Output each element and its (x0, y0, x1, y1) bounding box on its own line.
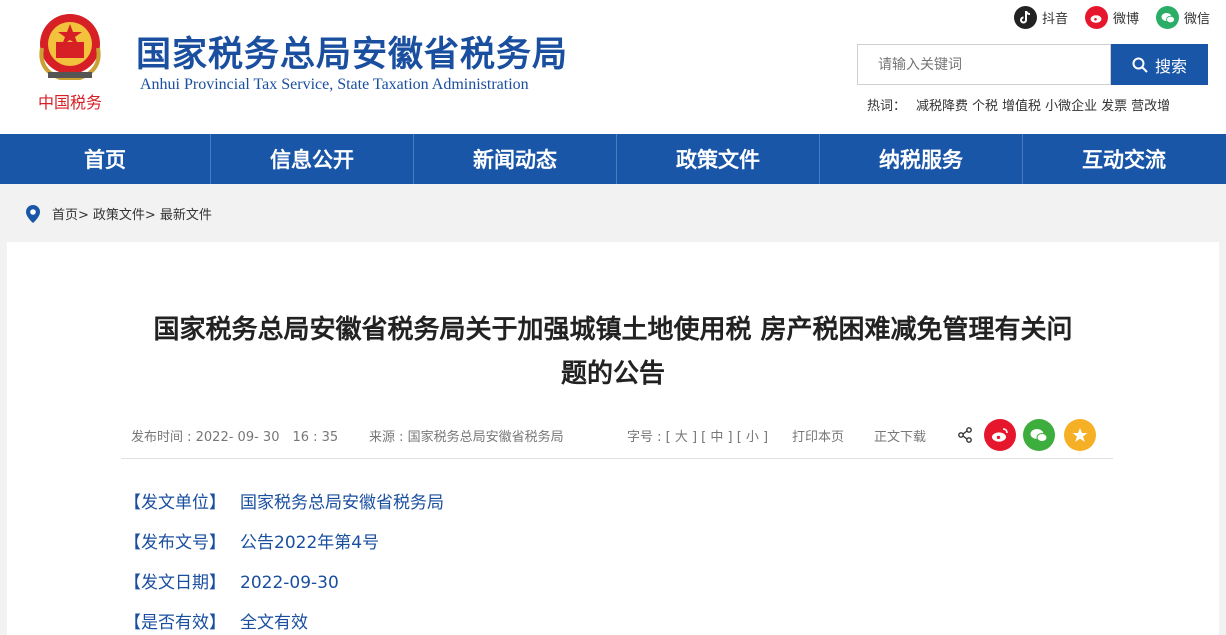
weibo-icon (1085, 6, 1108, 29)
search-button[interactable]: 搜索 (1111, 44, 1208, 85)
field-issuer: 【发文单位】 国家税务总局安徽省税务局 (124, 488, 444, 513)
hot-keyword[interactable]: 小微企业 (1045, 95, 1097, 114)
field-value: 国家税务总局安徽省税务局 (240, 493, 444, 513)
article-panel: 国家税务总局安徽省税务局关于加强城镇土地使用税 房产税困难减免管理有关问 题的公… (7, 242, 1219, 635)
nav-item-home[interactable]: 首页 (0, 134, 210, 184)
field-label: 【是否有效】 (124, 613, 226, 633)
field-label: 【发布文号】 (124, 533, 226, 553)
field-doc-number: 【发布文号】 公告2022年第4号 (124, 528, 379, 553)
nav-item-info[interactable]: 信息公开 (210, 134, 413, 184)
social-label: 微信 (1184, 12, 1211, 27)
nav-item-policy[interactable]: 政策文件 (616, 134, 819, 184)
social-wechat[interactable]: 微信 (1156, 6, 1210, 29)
font-size-control[interactable]: 字号 : [ 大 ] [ 中 ] [ 小 ] (627, 426, 768, 445)
weibo-icon (992, 428, 1008, 442)
star-icon (1072, 428, 1088, 442)
field-value: 全文有效 (240, 613, 308, 633)
breadcrumb-current[interactable]: 最新文件 (160, 204, 212, 223)
article-title: 国家税务总局安徽省税务局关于加强城镇土地使用税 房产税困难减免管理有关问 题的公… (7, 308, 1219, 396)
field-label: 【发文单位】 (124, 493, 226, 513)
nav-item-service[interactable]: 纳税服务 (819, 134, 1022, 184)
wechat-icon (1030, 428, 1048, 442)
article-title-line: 国家税务总局安徽省税务局关于加强城镇土地使用税 房产税困难减免管理有关问 (153, 315, 1073, 345)
field-label: 【发文日期】 (124, 573, 226, 593)
nav-item-interaction[interactable]: 互动交流 (1022, 134, 1225, 184)
social-weibo[interactable]: 微博 (1085, 6, 1139, 29)
social-label: 微博 (1113, 12, 1140, 27)
breadcrumb-policy[interactable]: 政策文件> (93, 204, 156, 223)
share-weibo-button[interactable] (984, 419, 1016, 451)
site-header: 中国税务 国家税务总局安徽省税务局 Anhui Provincial Tax S… (0, 0, 1226, 134)
tiktok-icon (1014, 6, 1037, 29)
hot-keyword[interactable]: 个税 (972, 95, 998, 114)
print-link[interactable]: 打印本页 (792, 426, 844, 445)
location-pin-icon (26, 204, 40, 223)
site-subtitle: Anhui Provincial Tax Service, State Taxa… (140, 76, 529, 93)
wechat-icon (1156, 6, 1179, 29)
social-tiktok[interactable]: 抖音 (1014, 6, 1068, 29)
publish-time: 发布时间 : 2022- 09- 30 16 : 35 (131, 430, 339, 445)
download-link[interactable]: 正文下载 (874, 426, 926, 445)
breadcrumb: 首页> 政策文件> 最新文件 (26, 204, 212, 223)
national-emblem-logo[interactable]: 中国税务 (30, 8, 110, 118)
field-value: 2022-09-30 (240, 573, 339, 593)
favorite-button[interactable] (1064, 419, 1096, 451)
search-icon (1132, 57, 1148, 73)
main-nav: 首页 信息公开 新闻动态 政策文件 纳税服务 互动交流 (0, 134, 1226, 184)
breadcrumb-home[interactable]: 首页> (52, 204, 89, 223)
hot-label: 热词： (867, 99, 907, 114)
divider (121, 458, 1113, 459)
site-title: 国家税务总局安徽省税务局 (136, 35, 569, 75)
article-title-line: 题的公告 (560, 359, 665, 389)
article-source: 来源 : 国家税务总局安徽省税务局 (369, 430, 564, 445)
logo-text: 中国税务 (38, 93, 102, 112)
hot-keywords: 热词： 减税降费 个税 增值税 小微企业 发票 营改增 (867, 95, 1174, 114)
field-validity: 【是否有效】 全文有效 (124, 608, 308, 633)
nav-item-news[interactable]: 新闻动态 (413, 134, 616, 184)
share-wechat-button[interactable] (1023, 419, 1055, 451)
social-label: 抖音 (1042, 12, 1069, 27)
field-date: 【发文日期】 2022-09-30 (124, 568, 339, 593)
hot-keyword[interactable]: 减税降费 (916, 95, 968, 114)
share-icon[interactable] (957, 427, 973, 443)
hot-keyword[interactable]: 营改增 (1131, 95, 1170, 114)
search-button-label: 搜索 (1154, 56, 1187, 76)
hot-keyword[interactable]: 发票 (1101, 95, 1127, 114)
hot-keyword[interactable]: 增值税 (1002, 95, 1041, 114)
search-input[interactable] (857, 44, 1111, 85)
field-value: 公告2022年第4号 (240, 533, 380, 553)
